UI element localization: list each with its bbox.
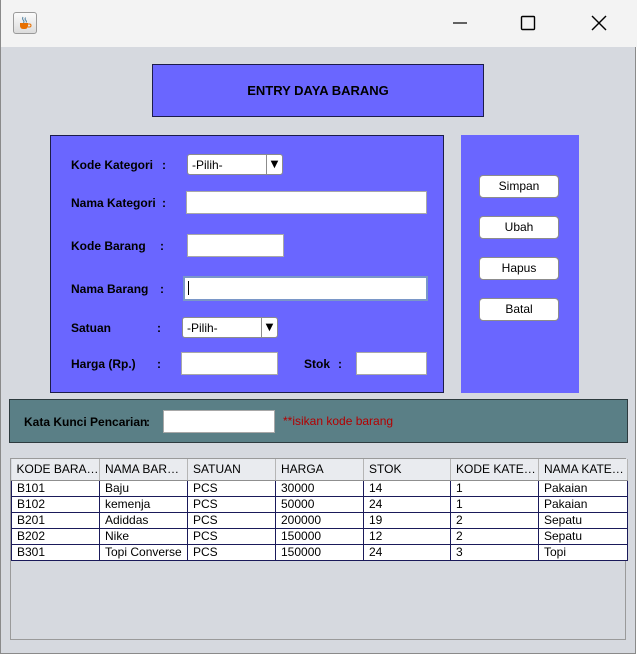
table-cell: B202 xyxy=(11,528,100,545)
table-cell: 24 xyxy=(363,544,451,561)
table-cell: Sepatu xyxy=(538,512,628,529)
table-cell: Baju xyxy=(99,480,188,497)
table-cell: Topi Converse xyxy=(99,544,188,561)
table-cell: Pakaian xyxy=(538,496,628,513)
column-header-kode-barang[interactable]: KODE BARANG xyxy=(11,459,100,481)
close-button[interactable] xyxy=(576,6,622,40)
table-cell: 2 xyxy=(450,512,539,529)
close-icon xyxy=(591,15,607,31)
table-row[interactable]: B202 Nike PCS 150000 12 2 Sepatu xyxy=(11,528,628,545)
maximize-button[interactable] xyxy=(505,6,551,40)
table-row[interactable]: B201 Adiddas PCS 200000 19 2 Sepatu xyxy=(11,512,628,529)
column-header-nama-barang[interactable]: NAMA BARANG xyxy=(99,459,188,481)
table-cell: PCS xyxy=(187,528,276,545)
table-row[interactable]: B102 kemenja PCS 50000 24 1 Pakaian xyxy=(11,496,628,513)
nama-barang-colon: : xyxy=(160,282,164,296)
table-cell: 1 xyxy=(450,480,539,497)
table-cell: Adiddas xyxy=(99,512,188,529)
table-cell: 30000 xyxy=(275,480,364,497)
table-cell: B201 xyxy=(11,512,100,529)
satuan-label: Satuan xyxy=(71,321,112,335)
table-cell: 200000 xyxy=(275,512,364,529)
page-title: ENTRY DAYA BARANG xyxy=(247,83,389,98)
table-cell: PCS xyxy=(187,496,276,513)
table-cell: 14 xyxy=(363,480,451,497)
search-hint: **isikan kode barang xyxy=(283,414,394,428)
text-caret xyxy=(188,281,189,295)
table-cell: 1 xyxy=(450,496,539,513)
column-header-kode-kategori[interactable]: KODE KATEGORI xyxy=(450,459,539,481)
table-cell: Pakaian xyxy=(538,480,628,497)
harga-label: Harga (Rp.) xyxy=(71,357,136,371)
java-cup-icon[interactable] xyxy=(13,12,37,34)
column-header-stok[interactable]: STOK xyxy=(363,459,451,481)
kode-barang-label: Kode Barang xyxy=(71,239,146,253)
table-cell: Sepatu xyxy=(538,528,628,545)
nama-kategori-colon: : xyxy=(162,196,166,210)
kode-kategori-label: Kode Kategori xyxy=(71,158,154,172)
title-bar xyxy=(1,0,637,47)
header-panel: ENTRY DAYA BARANG xyxy=(152,64,484,117)
table-cell: 150000 xyxy=(275,528,364,545)
kode-barang-field[interactable] xyxy=(187,234,284,257)
stok-label: Stok xyxy=(304,357,331,371)
table-cell: 24 xyxy=(363,496,451,513)
table-cell: PCS xyxy=(187,512,276,529)
kode-barang-colon: : xyxy=(160,239,164,253)
satuan-selected: -Pilih- xyxy=(187,321,218,335)
table-cell: PCS xyxy=(187,480,276,497)
kode-kategori-selected: -Pilih- xyxy=(192,158,223,172)
table-cell: Nike xyxy=(99,528,188,545)
nama-kategori-label: Nama Kategori xyxy=(71,196,156,210)
table-cell: 3 xyxy=(450,544,539,561)
table-cell: 2 xyxy=(450,528,539,545)
table-cell: 12 xyxy=(363,528,451,545)
simpan-button[interactable]: Simpan xyxy=(479,175,559,198)
button-panel: Simpan Ubah Hapus Batal xyxy=(461,135,579,393)
table-cell: Topi xyxy=(538,544,628,561)
table-cell: 150000 xyxy=(275,544,364,561)
search-input[interactable] xyxy=(163,410,275,433)
table-cell: 19 xyxy=(363,512,451,529)
form-panel: Kode Kategori : -Pilih- ▼ Nama Kategori … xyxy=(50,135,444,393)
stok-colon: : xyxy=(338,357,342,371)
table-cell: 50000 xyxy=(275,496,364,513)
chevron-down-icon: ▼ xyxy=(266,155,282,174)
hapus-button[interactable]: Hapus xyxy=(479,257,559,280)
column-header-satuan[interactable]: SATUAN xyxy=(187,459,276,481)
stok-field[interactable] xyxy=(356,352,427,375)
table-cell: B301 xyxy=(11,544,100,561)
minimize-button[interactable] xyxy=(437,6,483,40)
app-window: ENTRY DAYA BARANG Kode Kategori : -Pilih… xyxy=(0,0,637,654)
data-table-scrollpane[interactable]: KODE BARANG NAMA BARANG SATUAN HARGA STO… xyxy=(10,458,628,640)
table-cell: B102 xyxy=(11,496,100,513)
search-label: Kata Kunci Pencarian xyxy=(24,415,148,429)
nama-barang-field[interactable] xyxy=(183,276,428,301)
search-colon: : xyxy=(146,415,150,429)
batal-button[interactable]: Batal xyxy=(479,298,559,321)
kode-kategori-colon: : xyxy=(162,158,166,172)
search-panel: Kata Kunci Pencarian : **isikan kode bar… xyxy=(9,399,628,443)
minimize-icon xyxy=(453,22,467,24)
table-cell: PCS xyxy=(187,544,276,561)
column-header-nama-kategori[interactable]: NAMA KATEGORI xyxy=(538,459,628,481)
nama-kategori-field[interactable] xyxy=(186,191,427,214)
table-cell: kemenja xyxy=(99,496,188,513)
harga-colon: : xyxy=(157,357,161,371)
ubah-button[interactable]: Ubah xyxy=(479,216,559,239)
table-header-row: KODE BARANG NAMA BARANG SATUAN HARGA STO… xyxy=(11,459,628,481)
chevron-down-icon: ▼ xyxy=(261,318,277,337)
table-cell: B101 xyxy=(11,480,100,497)
nama-barang-label: Nama Barang xyxy=(71,282,149,296)
maximize-icon xyxy=(520,15,536,31)
table-row[interactable]: B101 Baju PCS 30000 14 1 Pakaian xyxy=(11,480,628,497)
data-table: KODE BARANG NAMA BARANG SATUAN HARGA STO… xyxy=(11,459,628,561)
table-row[interactable]: B301 Topi Converse PCS 150000 24 3 Topi xyxy=(11,544,628,561)
column-header-harga[interactable]: HARGA xyxy=(275,459,364,481)
satuan-select[interactable]: -Pilih- ▼ xyxy=(182,317,278,338)
harga-field[interactable] xyxy=(181,352,278,375)
kode-kategori-select[interactable]: -Pilih- ▼ xyxy=(187,154,283,175)
satuan-colon: : xyxy=(157,321,161,335)
